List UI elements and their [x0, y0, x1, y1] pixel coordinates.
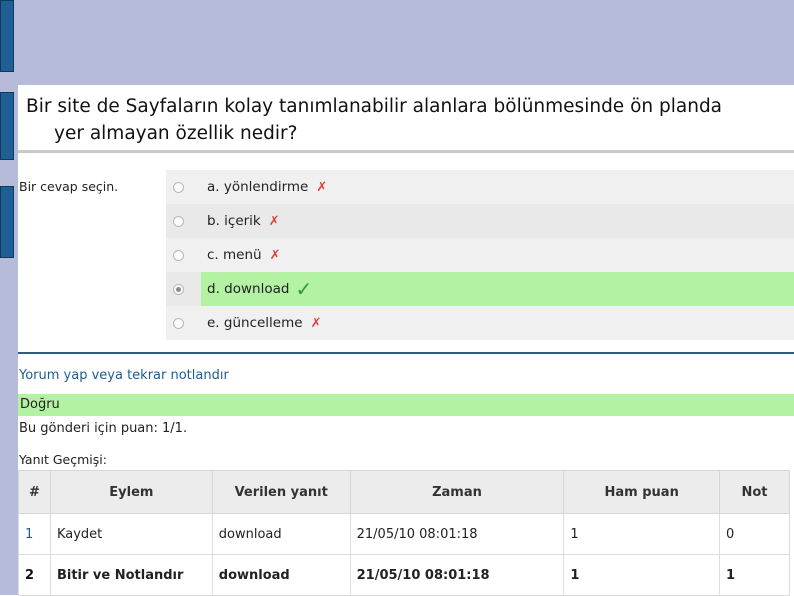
row-number: 2	[18, 554, 51, 596]
answer-option-a[interactable]: a. yönlendirme ✗	[166, 170, 794, 204]
time-cell: 21/05/10 08:01:18	[349, 554, 565, 596]
side-tab-3[interactable]	[0, 186, 14, 258]
answer-prompt: Bir cevap seçin.	[19, 179, 119, 194]
radio-button[interactable]	[173, 181, 184, 193]
answer-label: e. güncelleme	[207, 315, 303, 331]
cross-icon: ✗	[269, 247, 281, 263]
column-header: Eylem	[49, 470, 213, 514]
header-band	[0, 0, 794, 85]
answer-label: b. içerik	[207, 213, 261, 229]
score-text: Bu gönderi için puan: 1/1.	[19, 421, 188, 436]
table-row: 1 Kaydet download 21/05/10 08:01:18 1 0	[18, 513, 790, 555]
side-tab-1[interactable]	[0, 0, 14, 72]
table-header-row: # Eylem Verilen yanıt Zaman Ham puan Not	[18, 470, 790, 514]
table-row: 2 Bitir ve Notlandır download 21/05/10 0…	[18, 554, 790, 596]
response-cell: download	[211, 513, 351, 555]
column-header: Verilen yanıt	[211, 470, 351, 514]
row-number[interactable]: 1	[18, 513, 51, 555]
radio-button[interactable]	[173, 317, 184, 329]
grade-cell: 1	[719, 554, 790, 596]
action-cell: Kaydet	[49, 513, 213, 555]
comment-regrade-link[interactable]: Yorum yap veya tekrar notlandır	[19, 368, 229, 383]
column-header: Ham puan	[563, 470, 721, 514]
answer-label: a. yönlendirme	[207, 179, 309, 195]
action-cell: Bitir ve Notlandır	[49, 554, 213, 596]
left-strip	[0, 85, 18, 595]
question-line-2: yer almayan özellik nedir?	[54, 123, 298, 144]
question-box: Bir site de Sayfaların kolay tanımlanabi…	[18, 85, 794, 153]
answer-label: d. download	[207, 281, 290, 297]
column-header: Not	[719, 470, 790, 514]
section-divider	[18, 352, 794, 354]
radio-button[interactable]	[173, 215, 184, 227]
answer-option-d[interactable]: d. download ✓	[166, 272, 794, 306]
response-cell: download	[211, 554, 351, 596]
answer-label: c. menü	[207, 247, 262, 263]
cross-icon: ✗	[316, 179, 328, 195]
answer-option-e[interactable]: e. güncelleme ✗	[166, 306, 794, 340]
radio-button-selected[interactable]	[173, 283, 184, 295]
answer-list: a. yönlendirme ✗ b. içerik ✗ c. menü ✗ d…	[166, 170, 794, 340]
question-text: Bir site de Sayfaların kolay tanımlanabi…	[26, 93, 766, 147]
raw-score-cell: 1	[563, 513, 721, 555]
raw-score-cell: 1	[563, 554, 721, 596]
question-line-1: Bir site de Sayfaların kolay tanımlanabi…	[26, 96, 723, 117]
answer-option-b[interactable]: b. içerik ✗	[166, 204, 794, 238]
side-tab-2[interactable]	[0, 92, 14, 160]
column-header: #	[18, 470, 51, 514]
cross-icon: ✗	[310, 315, 322, 331]
response-history-table: # Eylem Verilen yanıt Zaman Ham puan Not…	[18, 470, 790, 596]
cross-icon: ✗	[268, 213, 280, 229]
radio-button[interactable]	[173, 249, 184, 261]
grade-cell: 0	[719, 513, 790, 555]
answer-option-c[interactable]: c. menü ✗	[166, 238, 794, 272]
history-label: Yanıt Geçmişi:	[19, 452, 107, 467]
column-header: Zaman	[349, 470, 565, 514]
checkmark-icon: ✓	[295, 277, 313, 301]
feedback-correct: Doğru	[18, 394, 794, 416]
time-cell: 21/05/10 08:01:18	[349, 513, 565, 555]
